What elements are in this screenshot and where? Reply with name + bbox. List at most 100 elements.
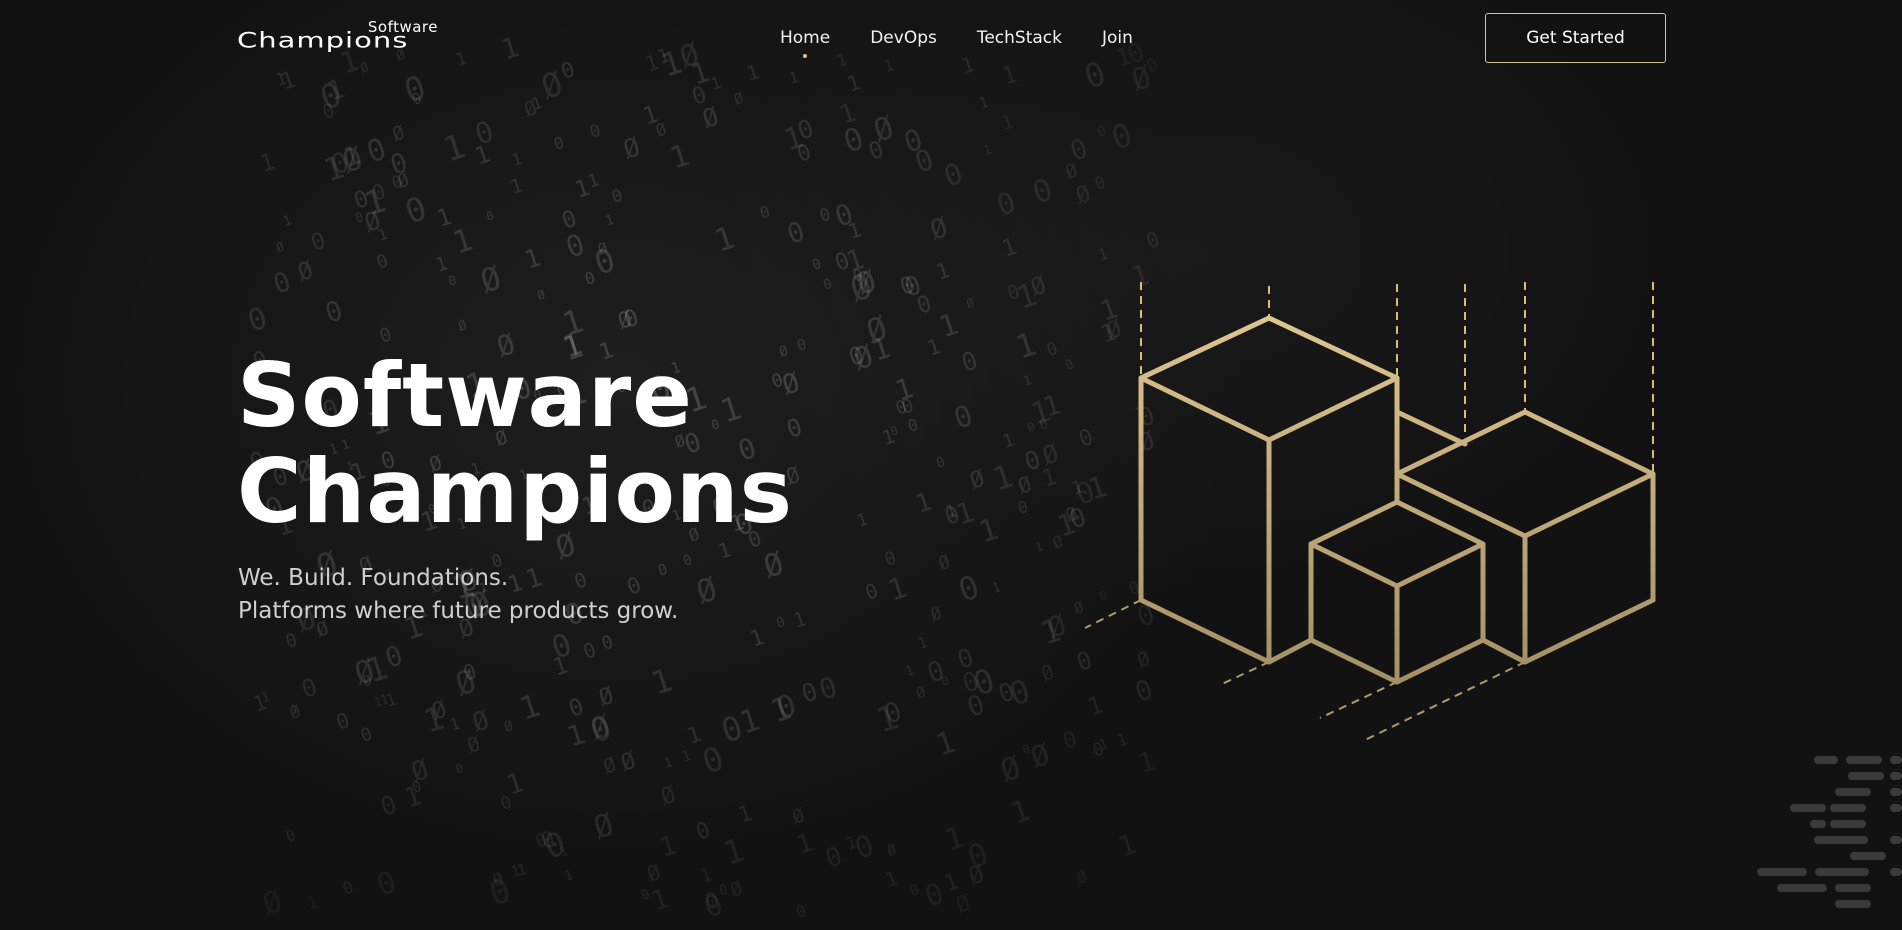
svg-text:0: 0 [851,828,878,866]
svg-text:1: 1 [359,180,390,223]
svg-text:0: 0 [389,172,405,194]
svg-text:0: 0 [950,398,977,436]
svg-text:1: 1 [883,867,901,891]
svg-text:0: 0 [284,826,298,846]
svg-text:1: 1 [935,307,963,346]
svg-text:1: 1 [747,625,767,653]
hero-title-line-1: Software [237,344,693,447]
svg-text:Ø: Ø [759,545,788,585]
svg-text:0: 0 [689,82,710,111]
svg-text:1: 1 [585,169,602,192]
svg-text:Ø: Ø [1039,438,1062,470]
svg-text:Ø: Ø [338,140,367,180]
svg-text:Ø: Ø [620,132,644,165]
svg-text:0: 0 [940,673,951,689]
svg-text:1: 1 [1034,539,1045,555]
svg-text:1: 1 [529,93,544,114]
svg-text:Ø: Ø [965,295,977,311]
svg-text:1: 1 [434,204,455,233]
svg-text:0: 0 [968,660,999,703]
svg-text:1: 1 [680,748,693,766]
svg-text:1: 1 [521,242,544,274]
svg-text:0: 0 [498,793,514,815]
svg-text:1: 1 [289,701,300,717]
nav-item-techstack[interactable]: TechStack [977,28,1062,48]
svg-text:0: 0 [954,642,977,674]
svg-text:Ø: Ø [600,752,619,779]
svg-text:0: 0 [881,696,906,731]
svg-text:1: 1 [549,651,571,682]
svg-text:1: 1 [558,844,570,861]
svg-text:1: 1 [924,334,943,361]
svg-text:Ø: Ø [699,101,722,133]
svg-text:0: 0 [586,709,616,751]
svg-text:Ø: Ø [1027,270,1050,301]
svg-text:Ø: Ø [521,95,540,122]
hero-subtitle-line-1: We. Build. Foundations. [238,565,509,591]
svg-text:Ø: Ø [457,318,469,335]
svg-text:1: 1 [562,867,575,885]
svg-text:0: 0 [1005,280,1023,304]
svg-text:0: 0 [914,291,935,320]
svg-text:0: 0 [773,688,801,727]
site-logo[interactable]: Software Champions [237,18,442,58]
svg-text:Ø: Ø [692,570,722,612]
nav-item-home[interactable]: Home [780,28,830,58]
svg-text:0: 0 [580,637,599,664]
svg-text:Ø: Ø [1063,503,1080,526]
svg-text:1: 1 [941,820,969,859]
svg-text:0: 0 [322,295,347,330]
svg-text:1: 1 [471,140,493,171]
hero-subtitle-line-2: Platforms where future products grow. [238,598,679,624]
svg-text:Ø: Ø [362,673,374,690]
get-started-button[interactable]: Get Started [1485,13,1666,63]
nav-item-devops[interactable]: DevOps [870,28,937,48]
svg-text:0: 0 [363,132,391,171]
svg-text:0: 0 [774,614,787,632]
hero-title-line-2: Champions [237,440,793,543]
svg-text:0: 0 [1107,116,1137,158]
svg-text:1: 1 [904,663,916,680]
svg-text:0: 0 [924,655,949,690]
svg-text:0: 0 [831,197,857,234]
isometric-cubes-illustration [1084,282,1656,741]
svg-text:0: 0 [547,627,576,667]
svg-text:Ø: Ø [728,877,746,902]
svg-text:1: 1 [1040,389,1065,424]
svg-text:Ø: Ø [502,718,516,736]
svg-text:1: 1 [932,725,960,764]
svg-text:0: 0 [485,208,496,224]
svg-text:1: 1 [843,833,859,855]
svg-text:0: 0 [822,841,846,874]
svg-text:0: 0 [899,394,917,418]
svg-text:Ø: Ø [408,754,433,789]
svg-text:1: 1 [383,690,399,712]
svg-text:0: 0 [566,694,587,723]
svg-text:1: 1 [943,500,960,523]
svg-text:1: 1 [916,633,930,653]
svg-text:0: 0 [810,256,823,274]
svg-text:1: 1 [1027,394,1055,433]
svg-text:0: 0 [958,345,981,377]
svg-text:0: 0 [400,188,431,231]
svg-text:0: 0 [599,631,616,654]
svg-text:0: 0 [551,133,566,154]
svg-text:Ø: Ø [490,869,505,890]
svg-text:0: 0 [609,186,625,208]
svg-text:0: 0 [908,882,921,900]
svg-text:1: 1 [1135,746,1159,779]
svg-text:0: 0 [795,335,809,355]
svg-text:Ø: Ø [451,662,481,704]
nav-item-join[interactable]: Join [1102,28,1133,48]
svg-text:0: 0 [358,723,375,746]
svg-text:0: 0 [821,276,834,294]
svg-text:Ø: Ø [850,339,878,378]
svg-text:0: 0 [963,835,993,877]
svg-text:Ø: Ø [914,683,928,703]
svg-text:1: 1 [884,570,911,608]
svg-text:0: 0 [1067,133,1092,168]
svg-text:1: 1 [710,220,739,260]
svg-text:1: 1 [361,647,392,690]
svg-text:Ø: Ø [1027,737,1054,775]
svg-text:0: 0 [784,216,809,251]
